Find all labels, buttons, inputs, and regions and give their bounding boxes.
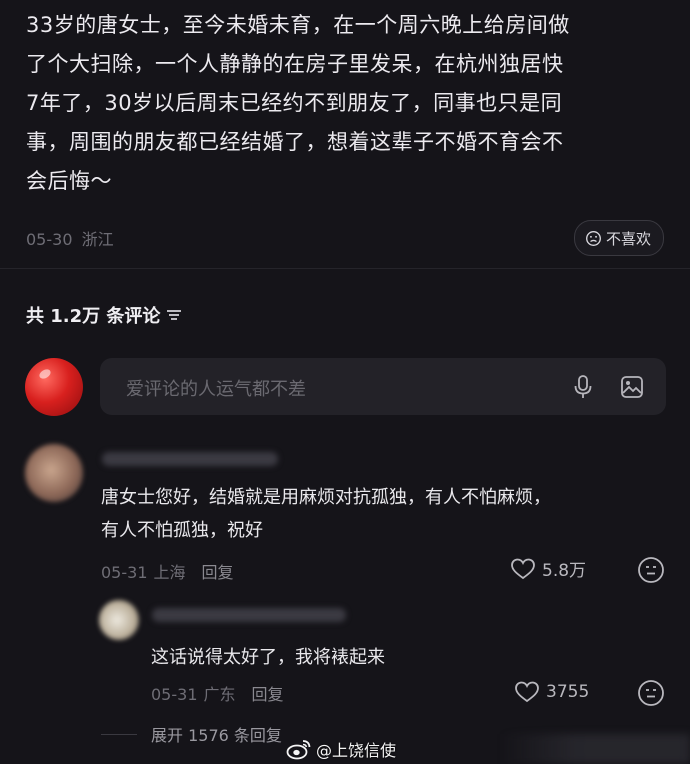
expand-replies[interactable]: 展开 1576 条回复 [101, 722, 282, 746]
comment-input[interactable]: 爱评论的人运气都不差 [100, 358, 666, 415]
reply-avatar[interactable] [99, 600, 139, 640]
post-text: 33岁的唐女士，至今未婚未育，在一个周六晚上给房间做 了个大扫除，一个人静静的在… [26, 13, 570, 193]
microphone-icon[interactable] [572, 374, 594, 400]
post-meta: 05-30 浙江 [26, 226, 114, 250]
watermark-text: @上饶信使 [316, 741, 397, 760]
commenter-avatar[interactable] [25, 444, 83, 502]
commenter-name-blurred[interactable] [102, 452, 278, 466]
neutral-face-icon[interactable] [637, 556, 665, 584]
reply-name-blurred[interactable] [152, 608, 346, 622]
dislike-label: 不喜欢 [605, 229, 651, 248]
sad-face-icon [586, 230, 601, 246]
expand-replies-label: 展开 1576 条回复 [151, 726, 282, 745]
filter-lines-icon [167, 310, 182, 320]
comment-meta: 05-31 上海 回复 [101, 559, 234, 583]
comment-input-placeholder: 爱评论的人运气都不差 [126, 379, 306, 400]
image-icon[interactable] [620, 375, 644, 399]
comment-count: 共 1.2万 条评论 [26, 306, 161, 327]
weibo-logo-icon [286, 740, 311, 760]
like-button[interactable]: 3755 [514, 680, 589, 704]
like-count: 5.8万 [542, 561, 587, 581]
reply-meta: 05-31 广东 回复 [151, 681, 284, 705]
reply-text: 这话说得太好了，我将裱起来 [151, 647, 385, 668]
expand-line [101, 733, 137, 735]
comment-text: 唐女士您好，结婚就是用麻烦对抗孤独，有人不怕麻烦， 有人不怕孤独，祝好 [101, 487, 551, 541]
comment-location: 上海 [153, 563, 186, 582]
reply-button[interactable]: 回复 [202, 563, 234, 582]
reply-date: 05-31 [151, 685, 198, 704]
like-count: 3755 [546, 682, 590, 702]
post-location: 浙江 [81, 230, 114, 249]
dislike-button[interactable]: 不喜欢 [573, 220, 664, 256]
neutral-face-icon[interactable] [637, 679, 665, 707]
comment-date: 05-31 [101, 563, 148, 582]
blurred-corner [500, 734, 690, 764]
reply-button[interactable]: 回复 [252, 685, 284, 704]
comment-count-sort[interactable]: 共 1.2万 条评论 [26, 302, 182, 328]
reply-location: 广东 [203, 685, 236, 704]
user-avatar[interactable] [25, 358, 83, 416]
like-button[interactable]: 5.8万 [510, 556, 586, 581]
divider [0, 268, 690, 269]
heart-outline-icon [515, 681, 539, 703]
watermark: @上饶信使 [286, 737, 396, 761]
heart-outline-icon [511, 558, 535, 579]
post-date: 05-30 [26, 230, 73, 249]
